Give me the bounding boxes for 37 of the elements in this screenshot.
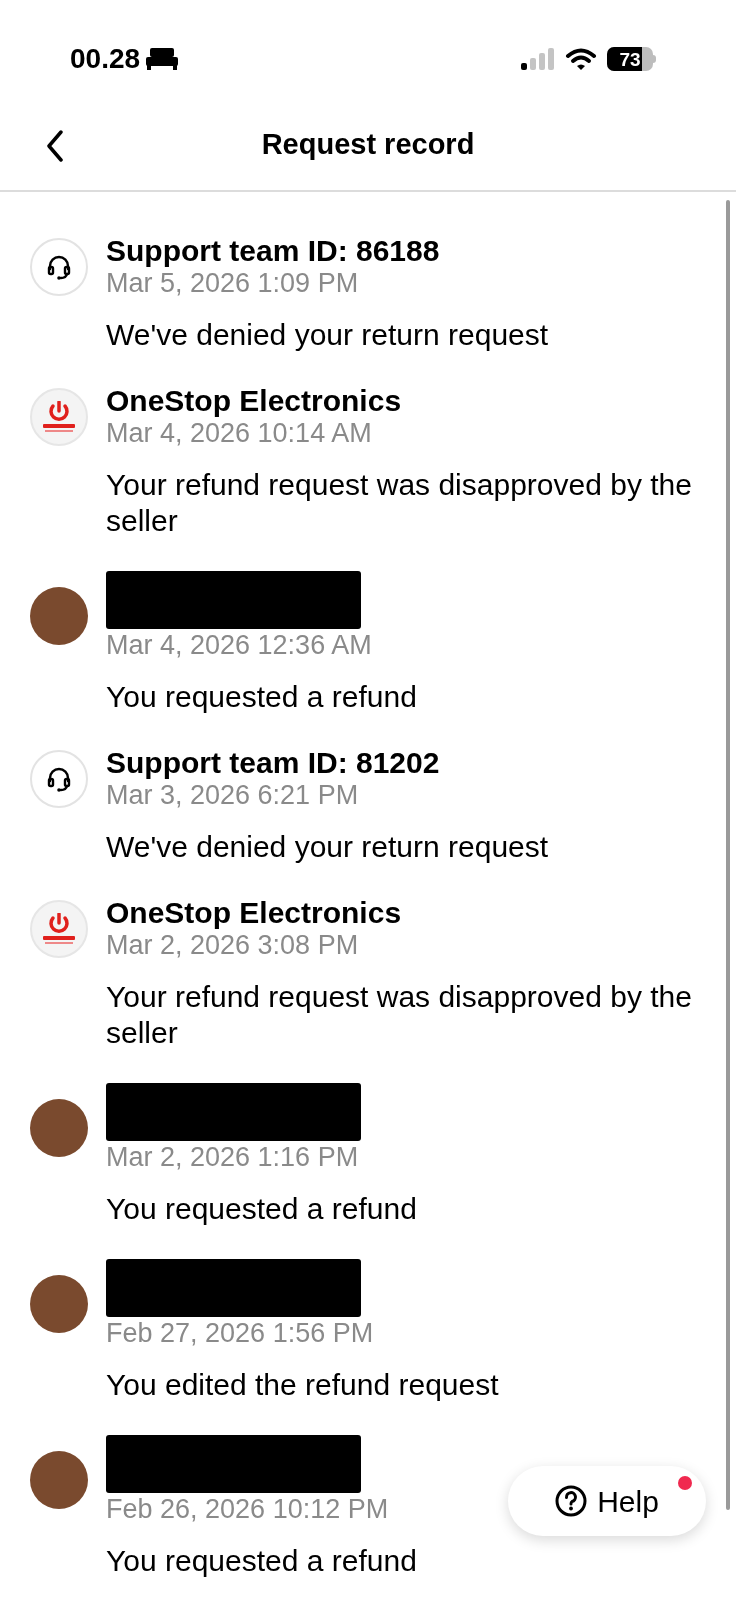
record-date: Mar 3, 2026 6:21 PM <box>106 779 360 811</box>
record-message: We've denied your return request <box>106 317 549 353</box>
help-button[interactable]: Help <box>508 1466 706 1536</box>
record-date: Mar 4, 2026 10:14 AM <box>106 417 373 449</box>
photo-placeholder <box>30 1275 88 1333</box>
record-message: Your refund request was disapproved by the seller <box>106 467 693 539</box>
record-date: Mar 2, 2026 1:16 PM <box>106 1141 360 1173</box>
power-logo-icon <box>40 913 78 945</box>
help-icon <box>555 1485 588 1517</box>
photo-placeholder <box>30 587 88 645</box>
bed-icon <box>146 48 179 70</box>
record-message: You requested a refund <box>106 679 417 715</box>
wifi-icon <box>565 47 597 71</box>
record-date: Mar 4, 2026 12:36 AM <box>106 629 372 661</box>
sender-name: OneStop Electronics <box>106 385 402 417</box>
sender-name: Support team ID: 81202 <box>106 747 440 779</box>
photo-placeholder <box>30 1451 88 1509</box>
record-message: We've denied your return request <box>106 829 549 865</box>
headset-icon <box>46 766 72 792</box>
status-time: 00.28 <box>70 45 141 73</box>
record-message: You requested a refund <box>106 1191 417 1227</box>
page-title: Request record <box>261 127 475 163</box>
sender-name: Support team ID: 86188 <box>106 235 440 267</box>
record-message: You requested a refund <box>106 1543 417 1579</box>
photo-placeholder <box>30 1099 88 1157</box>
headset-icon <box>46 254 72 280</box>
record-message: You edited the refund request <box>106 1367 499 1403</box>
record-date: Feb 27, 2026 1:56 PM <box>106 1317 374 1349</box>
record-message: Your refund request was disapproved by the seller <box>106 979 693 1051</box>
battery-level: 73 <box>618 47 642 71</box>
record-date: Mar 2, 2026 3:08 PM <box>106 929 360 961</box>
signal-icon <box>521 48 555 70</box>
back-icon <box>46 130 64 162</box>
sender-name: OneStop Electronics <box>106 897 402 929</box>
power-logo-icon <box>40 401 78 433</box>
record-date: Feb 26, 2026 10:12 PM <box>106 1493 389 1525</box>
record-date: Mar 5, 2026 1:09 PM <box>106 267 360 299</box>
